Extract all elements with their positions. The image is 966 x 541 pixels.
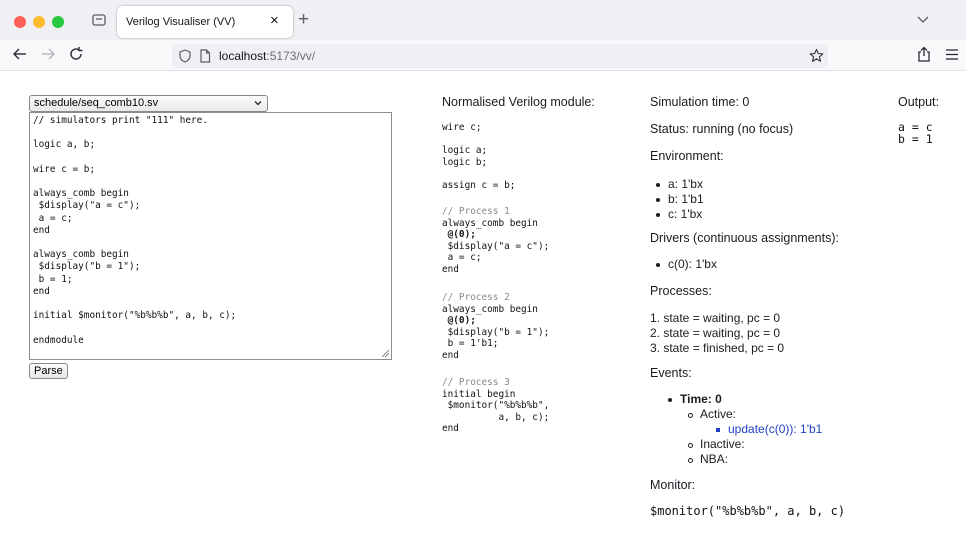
environment-item: c: 1'bx	[654, 207, 704, 222]
process-state: 1. state = waiting, pc = 0	[650, 311, 781, 325]
reload-icon[interactable]	[68, 46, 84, 62]
output-heading: Output:	[898, 95, 939, 109]
process-state: 3. state = finished, pc = 0	[650, 341, 785, 355]
process-state: 2. state = waiting, pc = 0	[650, 326, 781, 340]
tab-overview-icon[interactable]	[92, 13, 106, 26]
page-info-icon[interactable]	[199, 49, 211, 63]
process-2-body: $display("b = 1"); b = 1'b1; end	[442, 326, 550, 361]
drivers-list: c(0): 1'bx	[654, 257, 717, 272]
process-2-block: // Process 2 always_comb begin @(0); $di…	[442, 292, 549, 361]
url-path: :5173/vv/	[266, 49, 316, 63]
process-2-comment: // Process 2	[442, 292, 510, 303]
forward-arrow-icon[interactable]	[40, 46, 56, 62]
file-select-value: schedule/seq_comb10.sv	[34, 97, 159, 109]
processes-list: 1. state = waiting, pc = 0 2. state = wa…	[650, 311, 784, 356]
environment-list: a: 1'bx b: 1'b1 c: 1'bx	[654, 177, 704, 222]
normalised-heading: Normalised Verilog module:	[442, 95, 595, 109]
browser-tab[interactable]: Verilog Visualiser (VV) ×	[117, 6, 293, 38]
processes-heading: Processes:	[650, 284, 712, 298]
event-active-item[interactable]: update(c(0)): 1'b1	[714, 422, 822, 437]
process-1-trigger: @(0);	[442, 229, 476, 240]
close-window-button[interactable]	[14, 16, 26, 28]
environment-item: a: 1'bx	[654, 177, 704, 192]
minimize-window-button[interactable]	[33, 16, 45, 28]
new-tab-button[interactable]: +	[298, 10, 309, 29]
navigation-bar: localhost:5173/vv/	[0, 40, 966, 71]
event-active-label: Active:	[686, 407, 822, 422]
process-1-block: // Process 1 always_comb begin @(0); $di…	[442, 206, 549, 275]
process-1-comment: // Process 1	[442, 206, 510, 217]
parse-button[interactable]: Parse	[29, 363, 68, 379]
monitor-heading: Monitor:	[650, 478, 696, 492]
drivers-heading: Drivers (continuous assignments):	[650, 231, 839, 245]
process-2-header: always_comb begin	[442, 303, 538, 315]
page-content: schedule/seq_comb10.sv // simulators pri…	[0, 71, 966, 541]
event-time-label: Time: 0	[666, 392, 822, 407]
simulation-time: Simulation time: 0	[650, 95, 750, 109]
event-nba-label: NBA:	[686, 452, 822, 467]
browser-titlebar: Verilog Visualiser (VV) × +	[0, 0, 966, 40]
driver-item: c(0): 1'bx	[654, 257, 717, 272]
chevron-down-icon[interactable]	[917, 14, 929, 24]
process-1-header: always_comb begin	[442, 217, 538, 229]
simulation-status: Status: running (no focus)	[650, 122, 794, 136]
file-select[interactable]: schedule/seq_comb10.sv	[29, 95, 268, 112]
monitor-value: $monitor("%b%b%b", a, b, c)	[650, 504, 846, 518]
output-text: a = c b = 1	[898, 120, 933, 146]
event-inactive-label: Inactive:	[686, 437, 822, 452]
process-3-body: initial begin $monitor("%b%b%b", a, b, c…	[442, 388, 550, 435]
url-host: localhost	[219, 49, 267, 63]
bookmark-star-icon[interactable]	[809, 48, 824, 63]
tab-close-icon[interactable]: ×	[270, 13, 279, 28]
maximize-window-button[interactable]	[52, 16, 64, 28]
chevron-down-icon	[254, 101, 262, 106]
events-tree: Time: 0 Active: update(c(0)): 1'b1 Inact…	[666, 392, 822, 467]
tab-title: Verilog Visualiser (VV)	[126, 16, 236, 28]
process-2-trigger: @(0);	[442, 315, 476, 326]
shield-icon[interactable]	[178, 49, 192, 63]
menu-icon[interactable]	[946, 49, 958, 60]
normalised-declarations: wire c; logic a; logic b; assign c = b;	[442, 122, 516, 191]
source-editor[interactable]: // simulators print "111" here. logic a,…	[29, 112, 392, 360]
events-heading: Events:	[650, 366, 692, 380]
environment-heading: Environment:	[650, 149, 724, 163]
share-icon[interactable]	[916, 46, 932, 63]
url-text: localhost:5173/vv/	[219, 49, 315, 63]
resize-handle-icon[interactable]	[380, 348, 390, 358]
process-3-comment: // Process 3	[442, 377, 510, 388]
process-1-body: $display("a = c"); a = c; end	[442, 240, 550, 275]
process-3-block: // Process 3 initial begin $monitor("%b%…	[442, 377, 549, 435]
address-bar[interactable]: localhost:5173/vv/	[172, 44, 828, 68]
environment-item: b: 1'b1	[654, 192, 704, 207]
back-arrow-icon[interactable]	[12, 46, 28, 62]
